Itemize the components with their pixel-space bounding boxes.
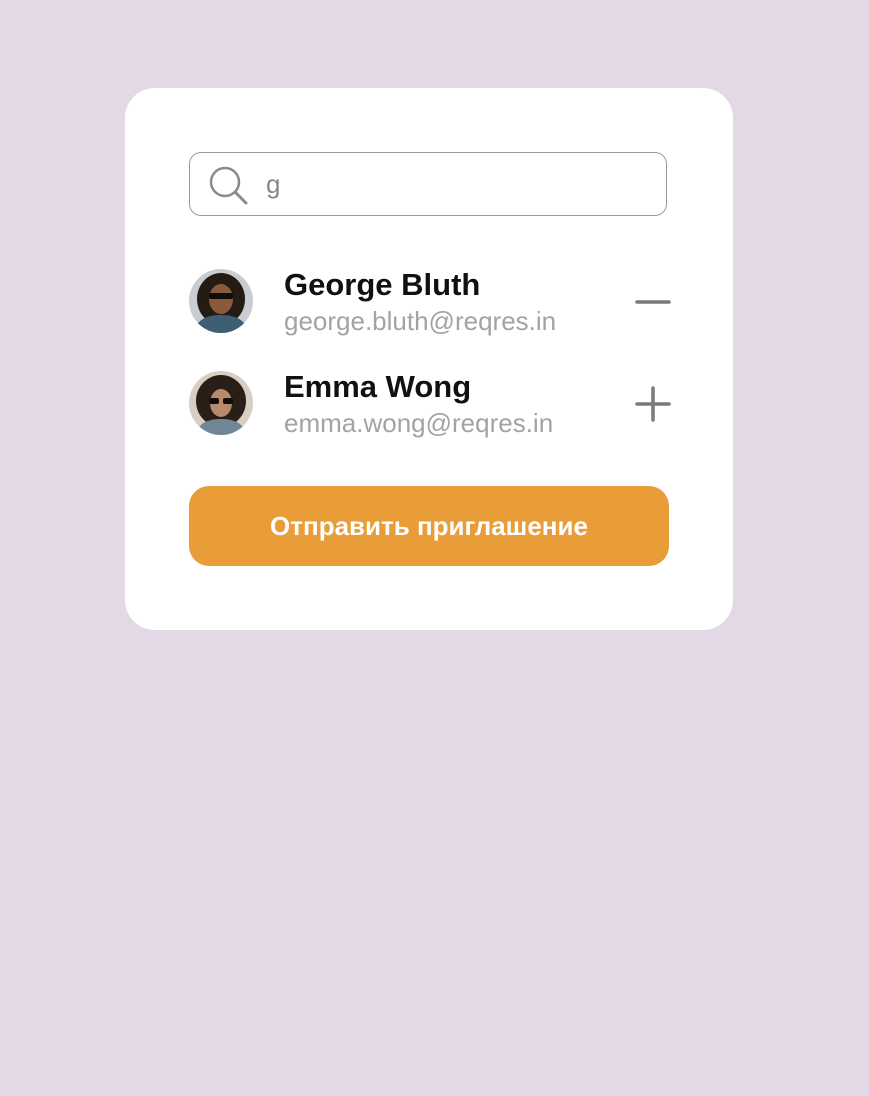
avatar xyxy=(189,269,253,333)
user-email: george.bluth@reqres.in xyxy=(284,306,557,336)
add-user-button[interactable] xyxy=(633,384,673,424)
plus-icon xyxy=(635,386,671,422)
search-input[interactable] xyxy=(266,163,646,205)
user-row: George Bluth george.bluth@reqres.in xyxy=(189,267,671,338)
search-icon xyxy=(209,166,248,205)
invite-card: George Bluth george.bluth@reqres.in Emma… xyxy=(125,88,733,630)
user-name: Emma Wong xyxy=(284,369,472,404)
minus-icon xyxy=(635,300,671,304)
remove-user-button[interactable] xyxy=(633,282,673,322)
user-name: George Bluth xyxy=(284,267,481,302)
search-box[interactable] xyxy=(189,152,667,216)
send-invite-button[interactable]: Отправить приглашение xyxy=(189,486,669,566)
user-row: Emma Wong emma.wong@reqres.in xyxy=(189,369,671,440)
user-email: emma.wong@reqres.in xyxy=(284,408,554,438)
avatar xyxy=(189,371,253,435)
